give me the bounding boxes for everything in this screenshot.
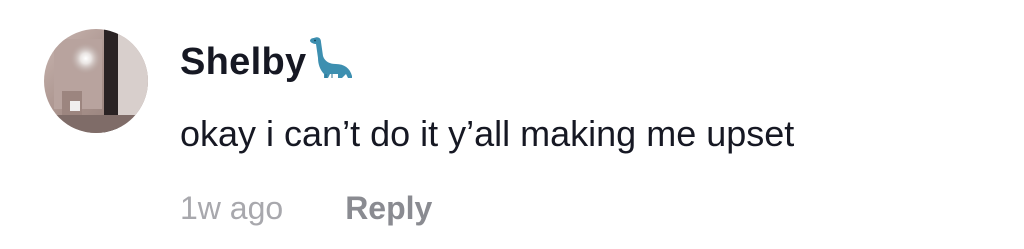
author-name[interactable]: Shelby (180, 40, 306, 84)
comment-text: okay i can’t do it y’all making me upset (180, 113, 795, 154)
dinosaur-emoji-icon (308, 34, 356, 82)
comment-meta: 1w ago Reply (180, 188, 1004, 228)
reply-button[interactable]: Reply (345, 188, 432, 228)
comment-body: Shelby okay i can’t do it y’all making m… (180, 34, 1004, 228)
author-row: Shelby (180, 34, 1004, 84)
comment-item: Shelby okay i can’t do it y’all making m… (0, 0, 1024, 249)
avatar-photo (44, 29, 148, 133)
avatar[interactable] (44, 29, 148, 133)
comment-timestamp: 1w ago (180, 190, 284, 226)
